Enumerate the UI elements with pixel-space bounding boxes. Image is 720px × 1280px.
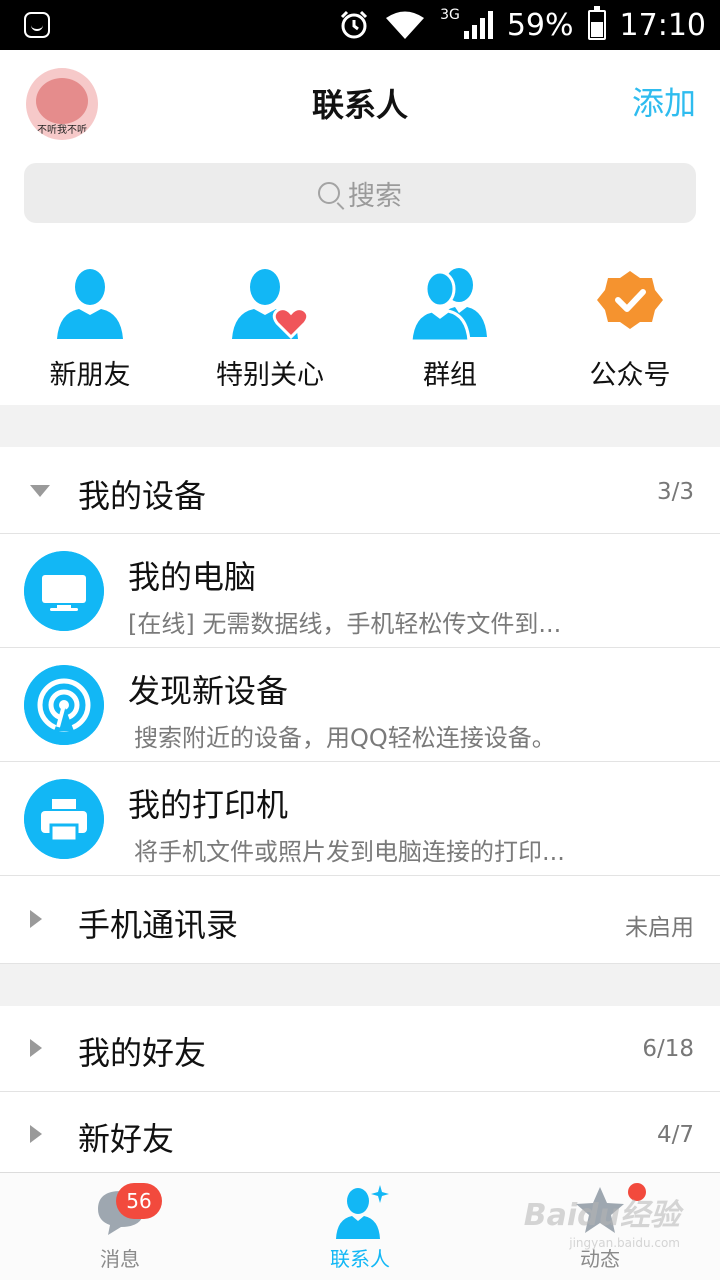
quick-entries: 新朋友 特别关心 群组 公众号 [0, 245, 720, 405]
quick-special-care[interactable]: 特别关心 [180, 245, 360, 405]
quick-label: 群组 [423, 360, 477, 391]
clock: 17:10 [619, 7, 706, 43]
wifi-icon [386, 11, 425, 39]
tab-label: 联系人 [330, 1247, 390, 1271]
alarm-icon [341, 10, 368, 39]
quick-groups[interactable]: 群组 [360, 245, 540, 405]
person-icon [57, 269, 123, 339]
page-title: 联系人 [311, 86, 408, 124]
quick-new-friends[interactable]: 新朋友 [0, 245, 180, 405]
device-discover[interactable]: 发现新设备 搜索附近的设备，用QQ轻松连接设备。 [0, 648, 720, 762]
group-count: 6/18 [642, 1036, 694, 1062]
printer-icon [24, 779, 104, 859]
contact-person-icon [336, 1185, 389, 1239]
device-my-computer[interactable]: 我的电脑 [在线] 无需数据线，手机轻松传文件到... [0, 534, 720, 648]
quick-label: 公众号 [589, 360, 671, 391]
search-placeholder: 搜索 [348, 180, 402, 212]
chevron-right-icon [30, 1125, 42, 1143]
device-subtitle: 搜索附近的设备，用QQ轻松连接设备。 [134, 724, 556, 752]
unread-badge: 56 [116, 1183, 162, 1219]
search-bar[interactable]: 搜索 [24, 163, 696, 223]
chevron-right-icon [30, 910, 42, 928]
notification-icon [24, 12, 50, 38]
chevron-right-icon [30, 1039, 42, 1057]
device-subtitle: [在线] 无需数据线，手机轻松传文件到... [128, 610, 562, 638]
device-printer[interactable]: 我的打印机 将手机文件或照片发到电脑连接的打印... [0, 762, 720, 876]
group-count: 3/3 [656, 479, 694, 505]
group-phone-contacts[interactable]: 手机通讯录 未启用 [0, 876, 720, 964]
quick-label: 特别关心 [216, 360, 324, 391]
device-subtitle: 将手机文件或照片发到电脑连接的打印... [134, 838, 565, 866]
add-button[interactable]: 添加 [632, 78, 696, 124]
section-divider [0, 405, 720, 447]
group-new-friends[interactable]: 新好友 4/7 [0, 1092, 720, 1172]
group-count: 4/7 [656, 1122, 694, 1148]
section-divider [0, 964, 720, 1006]
search-icon [318, 182, 340, 204]
monitor-icon [24, 551, 104, 631]
tab-label: 消息 [100, 1247, 140, 1271]
watermark-url: jingyan.baidu.com [569, 1236, 680, 1250]
chevron-down-icon [30, 485, 50, 497]
battery-percent: 59% [506, 7, 574, 43]
watermark: Baidu经验 [523, 1198, 680, 1233]
device-title: 发现新设备 [128, 672, 289, 710]
status-bar: 3G 59% 17:10 [0, 0, 720, 50]
group-title: 手机通讯录 [78, 906, 239, 944]
group-title: 新好友 [78, 1120, 175, 1158]
quick-label: 新朋友 [49, 360, 131, 391]
header: 不听我不听 联系人 添加 [0, 50, 720, 150]
group-icon [409, 268, 487, 343]
group-status: 未启用 [625, 915, 694, 941]
network-type: 3G [440, 7, 460, 23]
group-title: 我的好友 [78, 1034, 207, 1072]
battery-icon [587, 6, 606, 40]
group-title: 我的设备 [78, 477, 207, 515]
group-my-friends[interactable]: 我的好友 6/18 [0, 1006, 720, 1092]
radar-icon [24, 665, 104, 745]
quick-official-accounts[interactable]: 公众号 [540, 245, 720, 405]
person-heart-icon [232, 269, 310, 340]
signal-icon [463, 11, 493, 39]
device-title: 我的打印机 [128, 786, 289, 824]
group-my-devices[interactable]: 我的设备 3/3 [0, 447, 720, 534]
device-title: 我的电脑 [128, 558, 257, 596]
tab-contacts[interactable]: 联系人 [240, 1173, 480, 1280]
badge-check-icon [597, 271, 663, 329]
tab-messages[interactable]: 56 消息 [0, 1173, 240, 1280]
